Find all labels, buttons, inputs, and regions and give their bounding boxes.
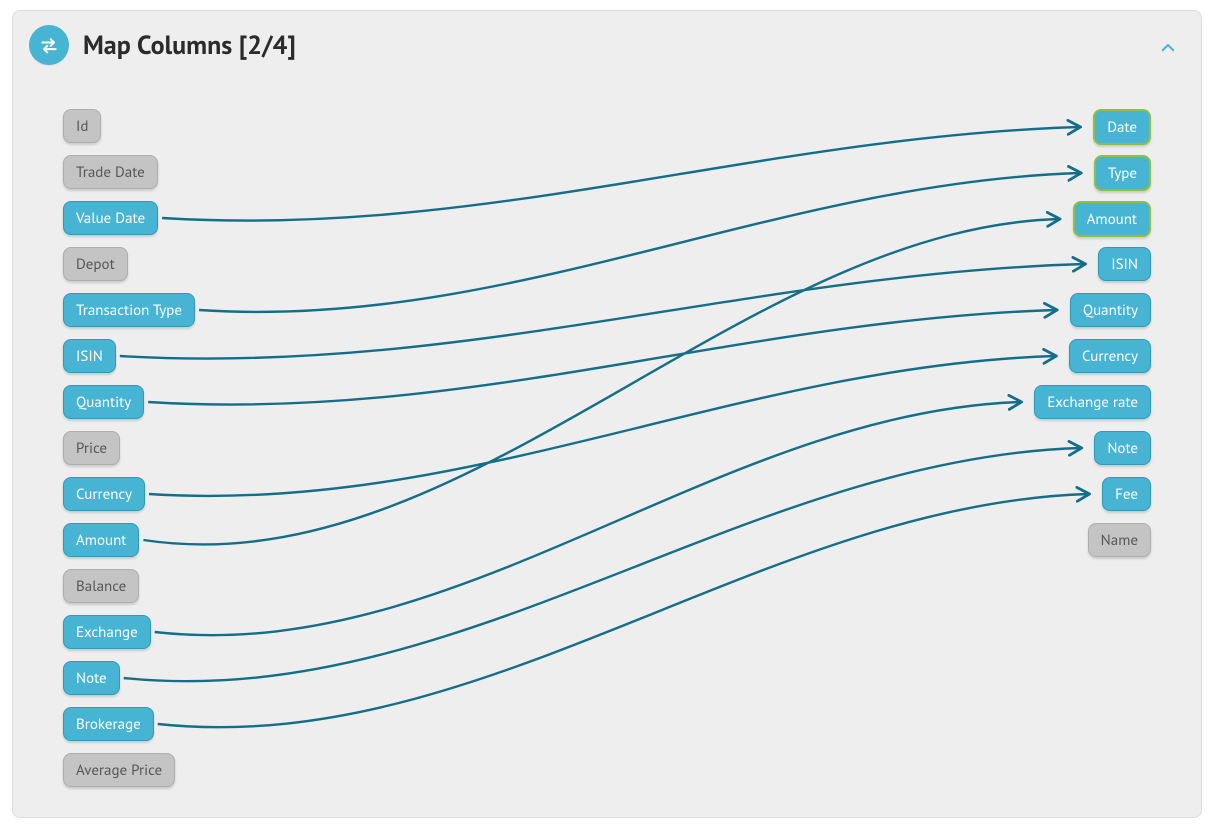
source-column: Id Trade Date Value Date Depot Transaction T… — [63, 109, 195, 799]
target-chip-name[interactable]: Name — [1088, 523, 1151, 557]
source-chip-quantity[interactable]: Quantity — [63, 385, 144, 419]
collapse-button[interactable] — [1159, 39, 1177, 62]
source-chip-exchange[interactable]: Exchange — [63, 615, 151, 649]
source-chip-tradedate[interactable]: Trade Date — [63, 155, 158, 189]
target-chip-isin[interactable]: ISIN — [1098, 247, 1151, 281]
swap-icon — [29, 25, 69, 65]
panel-body: Id Trade Date Value Date Depot Transaction T… — [13, 79, 1201, 817]
source-chip-brokerage[interactable]: Brokerage — [63, 707, 154, 741]
source-chip-valuedate[interactable]: Value Date — [63, 201, 158, 235]
source-chip-note[interactable]: Note — [63, 661, 120, 695]
target-column: Date Type Amount ISIN Quantity Currency Exchan… — [1034, 109, 1151, 569]
mapping-link[interactable] — [162, 127, 1079, 221]
source-chip-balance[interactable]: Balance — [63, 569, 139, 603]
target-chip-exchangerate[interactable]: Exchange rate — [1034, 385, 1151, 419]
source-chip-depot[interactable]: Depot — [63, 247, 128, 281]
chevron-up-icon — [1159, 39, 1177, 57]
source-chip-transactiontype[interactable]: Transaction Type — [63, 293, 195, 327]
mapping-link[interactable] — [143, 219, 1058, 544]
source-chip-averageprice[interactable]: Average Price — [63, 753, 175, 787]
target-chip-quantity[interactable]: Quantity — [1070, 293, 1151, 327]
panel-title: Map Columns [2/4] — [83, 29, 296, 62]
source-chip-currency[interactable]: Currency — [63, 477, 145, 511]
target-chip-amount[interactable]: Amount — [1073, 201, 1151, 237]
mapping-link[interactable] — [124, 448, 1081, 681]
target-chip-currency[interactable]: Currency — [1069, 339, 1151, 373]
target-chip-fee[interactable]: Fee — [1102, 477, 1151, 511]
mapping-link[interactable] — [158, 494, 1088, 727]
source-chip-id[interactable]: Id — [63, 109, 101, 143]
panel-header: Map Columns [2/4] — [13, 11, 1201, 79]
mapping-link[interactable] — [149, 356, 1055, 496]
mapping-link[interactable] — [155, 402, 1021, 635]
source-chip-amount[interactable]: Amount — [63, 523, 139, 557]
mapping-link[interactable] — [199, 173, 1080, 312]
target-chip-note[interactable]: Note — [1094, 431, 1151, 465]
target-chip-type[interactable]: Type — [1094, 155, 1151, 191]
source-chip-isin[interactable]: ISIN — [63, 339, 116, 373]
target-chip-date[interactable]: Date — [1093, 109, 1151, 145]
map-columns-panel: Map Columns [2/4] Id Trade Date Value Date… — [12, 10, 1202, 818]
source-chip-price[interactable]: Price — [63, 431, 120, 465]
